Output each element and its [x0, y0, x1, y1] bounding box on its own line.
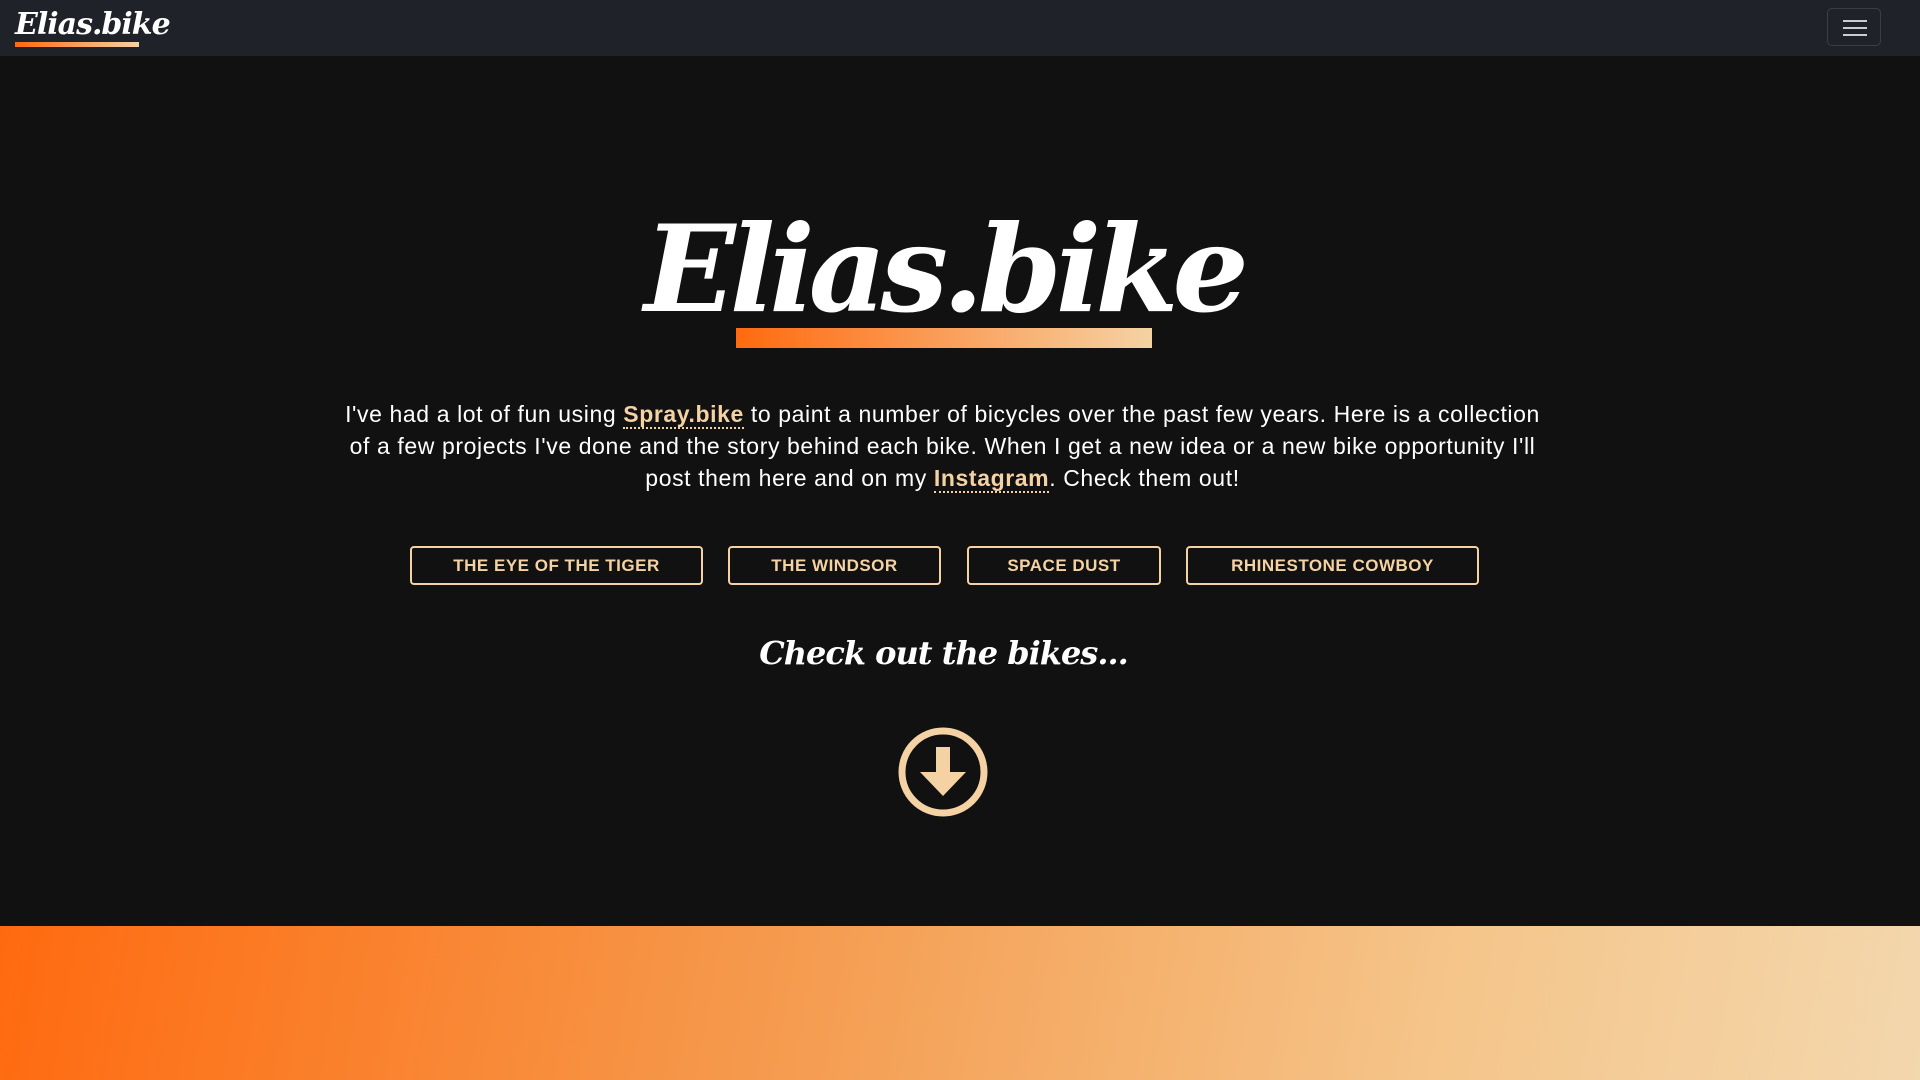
brand-logo[interactable]: Elias.bike: [15, 8, 171, 42]
menu-toggle-button[interactable]: [1827, 8, 1881, 46]
intro-text-3: . Check them out!: [1049, 465, 1240, 491]
brand-underline: [15, 42, 139, 47]
intro-text-1: I've had a lot of fun using: [345, 401, 624, 427]
check-out-heading: Check out the bikes...: [759, 634, 1128, 672]
hero-title: Elias.bike: [644, 199, 1249, 340]
intro-paragraph: I've had a lot of fun using Spray.bike t…: [340, 398, 1545, 494]
bike-button-space-dust[interactable]: SPACE DUST: [967, 546, 1161, 585]
spray-bike-link[interactable]: Spray.bike: [623, 401, 744, 429]
gradient-footer-band: [0, 926, 1920, 1080]
navbar: Elias.bike: [0, 0, 1920, 56]
hero-title-underline: [736, 328, 1152, 348]
bike-button-the-windsor[interactable]: THE WINDSOR: [728, 546, 941, 585]
arrow-circle-down-icon[interactable]: [897, 726, 989, 818]
instagram-link[interactable]: Instagram: [933, 465, 1050, 493]
bike-button-rhinestone-cowboy[interactable]: RHINESTONE COWBOY: [1186, 546, 1479, 585]
bike-button-eye-of-the-tiger[interactable]: THE EYE OF THE TIGER: [410, 546, 703, 585]
